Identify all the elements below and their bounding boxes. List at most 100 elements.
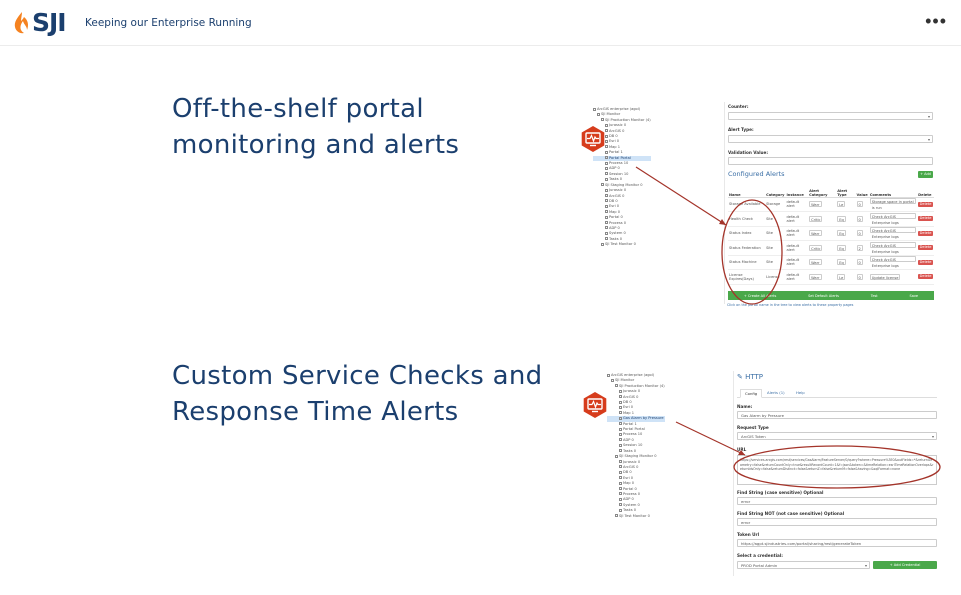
set-default-alerts-button[interactable]: Set Default Alerts bbox=[808, 294, 839, 298]
tree-expander-icon[interactable] bbox=[605, 221, 608, 225]
tree-expander-icon[interactable] bbox=[619, 497, 622, 501]
tree-expander-icon[interactable] bbox=[619, 481, 622, 485]
tree-expander-icon[interactable] bbox=[605, 188, 608, 192]
url-input[interactable]: https://services.arcgis.com/rest/service… bbox=[737, 455, 937, 485]
tree-expander-icon[interactable] bbox=[605, 204, 608, 208]
table-cell[interactable]: Critic bbox=[808, 211, 837, 227]
table-cell[interactable]: Storage space in portal is run bbox=[868, 197, 918, 212]
tree-expander-icon[interactable] bbox=[607, 373, 610, 377]
table-cell[interactable]: 0 bbox=[855, 211, 869, 227]
delete-alert-button[interactable]: Delete bbox=[918, 245, 933, 251]
tree-expander-icon[interactable] bbox=[619, 470, 622, 474]
counter-select[interactable] bbox=[728, 112, 933, 120]
table-cell[interactable]: Critic bbox=[808, 240, 837, 256]
tree-expander-icon[interactable] bbox=[605, 210, 608, 214]
tree-expander-icon[interactable] bbox=[619, 476, 622, 480]
delete-alert-button[interactable]: Delete bbox=[918, 201, 933, 207]
table-cell[interactable]: Le bbox=[836, 197, 856, 212]
tab-config[interactable]: Config bbox=[740, 389, 763, 398]
token-url-input[interactable]: https://agpt.sjindustries.com/portal/sha… bbox=[737, 539, 937, 547]
tree-expander-icon[interactable] bbox=[605, 199, 608, 203]
delete-alert-button[interactable]: Delete bbox=[918, 216, 933, 222]
tree-expander-icon[interactable] bbox=[605, 161, 608, 165]
table-cell[interactable]: Check ArcGIS Enterprise logs bbox=[868, 226, 918, 241]
tree-expander-icon[interactable] bbox=[615, 514, 618, 518]
sji-logo[interactable]: SJI bbox=[13, 9, 67, 37]
tree-expander-icon[interactable] bbox=[619, 465, 622, 469]
save-button[interactable]: Save bbox=[909, 294, 918, 298]
tree-expander-icon[interactable] bbox=[619, 389, 622, 393]
tree-expander-icon[interactable] bbox=[619, 416, 622, 420]
name-input[interactable]: Gas Alarm by Pressure bbox=[737, 411, 937, 419]
tree-expander-icon[interactable] bbox=[619, 492, 622, 496]
tree-expander-icon[interactable] bbox=[619, 422, 622, 426]
tree-expander-icon[interactable] bbox=[619, 395, 622, 399]
table-cell[interactable]: 2 bbox=[855, 240, 869, 256]
tree-node[interactable]: SJI Test Monitor 0 bbox=[593, 242, 651, 247]
tree-expander-icon[interactable] bbox=[619, 460, 622, 463]
tree-expander-icon[interactable] bbox=[619, 405, 622, 409]
tree-expander-icon[interactable] bbox=[619, 449, 622, 453]
table-cell[interactable]: Le bbox=[836, 269, 856, 285]
tree-expander-icon[interactable] bbox=[619, 508, 622, 512]
tree-expander-icon[interactable] bbox=[605, 166, 608, 170]
tree-expander-icon[interactable] bbox=[597, 112, 600, 116]
tree-expander-icon[interactable] bbox=[615, 384, 618, 388]
table-cell[interactable]: Eq bbox=[836, 240, 856, 256]
request-type-select[interactable]: ArcGIS Token bbox=[737, 432, 937, 440]
tree-expander-icon[interactable] bbox=[605, 134, 608, 138]
tree-expander-icon[interactable] bbox=[605, 145, 608, 149]
table-cell[interactable]: Warr bbox=[808, 197, 837, 212]
tree-expander-icon[interactable] bbox=[619, 438, 622, 442]
tree-expander-icon[interactable] bbox=[605, 156, 608, 160]
tree-expander-icon[interactable] bbox=[611, 378, 614, 382]
tree-expander-icon[interactable] bbox=[601, 118, 604, 122]
delete-alert-button[interactable]: Delete bbox=[918, 274, 933, 280]
tree-expander-icon[interactable] bbox=[619, 487, 622, 491]
tab-help[interactable]: Help bbox=[792, 389, 809, 398]
tree-expander-icon[interactable] bbox=[605, 177, 608, 181]
tree-expander-icon[interactable] bbox=[605, 215, 608, 219]
tree-expander-icon[interactable] bbox=[619, 427, 622, 431]
tree-expander-icon[interactable] bbox=[605, 226, 608, 230]
validation-value-input[interactable] bbox=[728, 157, 933, 165]
table-cell[interactable]: Eq bbox=[836, 255, 856, 270]
delete-alert-button[interactable]: Delete bbox=[918, 230, 933, 236]
table-cell[interactable]: Warr bbox=[808, 269, 837, 285]
tree-expander-icon[interactable] bbox=[601, 242, 604, 246]
tree-expander-icon[interactable] bbox=[619, 503, 622, 507]
table-cell[interactable]: Update license bbox=[868, 269, 918, 285]
table-cell[interactable]: Eq bbox=[836, 211, 856, 227]
test-button[interactable]: Test bbox=[871, 294, 878, 298]
create-all-alerts-button[interactable]: + Create All Alerts bbox=[744, 294, 776, 298]
tree-expander-icon[interactable] bbox=[605, 231, 608, 235]
tab-alerts[interactable]: Alerts (1) bbox=[763, 389, 789, 398]
table-cell[interactable]: 0 bbox=[855, 226, 869, 241]
tree-expander-icon[interactable] bbox=[605, 150, 608, 154]
tree-expander-icon[interactable] bbox=[605, 129, 608, 133]
tree-expander-icon[interactable] bbox=[615, 454, 618, 458]
tree-expander-icon[interactable] bbox=[619, 411, 622, 415]
tree-expander-icon[interactable] bbox=[605, 172, 608, 176]
table-cell[interactable]: 0 bbox=[855, 197, 869, 212]
find-string-input[interactable]: error bbox=[737, 497, 937, 505]
tree-expander-icon[interactable] bbox=[619, 443, 622, 447]
add-alert-button[interactable]: + Add bbox=[918, 171, 933, 178]
credential-select[interactable]: PROD Portal Admin bbox=[737, 561, 870, 569]
alert-type-select[interactable] bbox=[728, 135, 933, 143]
tree-node[interactable]: SJI Test Monitor 0 bbox=[607, 514, 665, 519]
more-dots-icon[interactable]: ••• bbox=[925, 11, 947, 32]
tree-expander-icon[interactable] bbox=[605, 123, 608, 127]
table-cell[interactable]: Warr bbox=[808, 226, 837, 241]
delete-alert-button[interactable]: Delete bbox=[918, 259, 933, 265]
tree-expander-icon[interactable] bbox=[619, 432, 622, 436]
table-cell[interactable]: 0 bbox=[855, 255, 869, 270]
add-credential-button[interactable]: + Add Credential bbox=[873, 561, 937, 569]
table-cell[interactable]: 0 bbox=[855, 269, 869, 285]
table-cell[interactable]: Eq bbox=[836, 226, 856, 241]
tree-expander-icon[interactable] bbox=[605, 237, 608, 241]
find-string-not-input[interactable]: error bbox=[737, 518, 937, 526]
tree-expander-icon[interactable] bbox=[601, 183, 604, 187]
table-cell[interactable]: Check ArcGIS Enterprise logs bbox=[868, 240, 918, 256]
tree-expander-icon[interactable] bbox=[605, 194, 608, 197]
